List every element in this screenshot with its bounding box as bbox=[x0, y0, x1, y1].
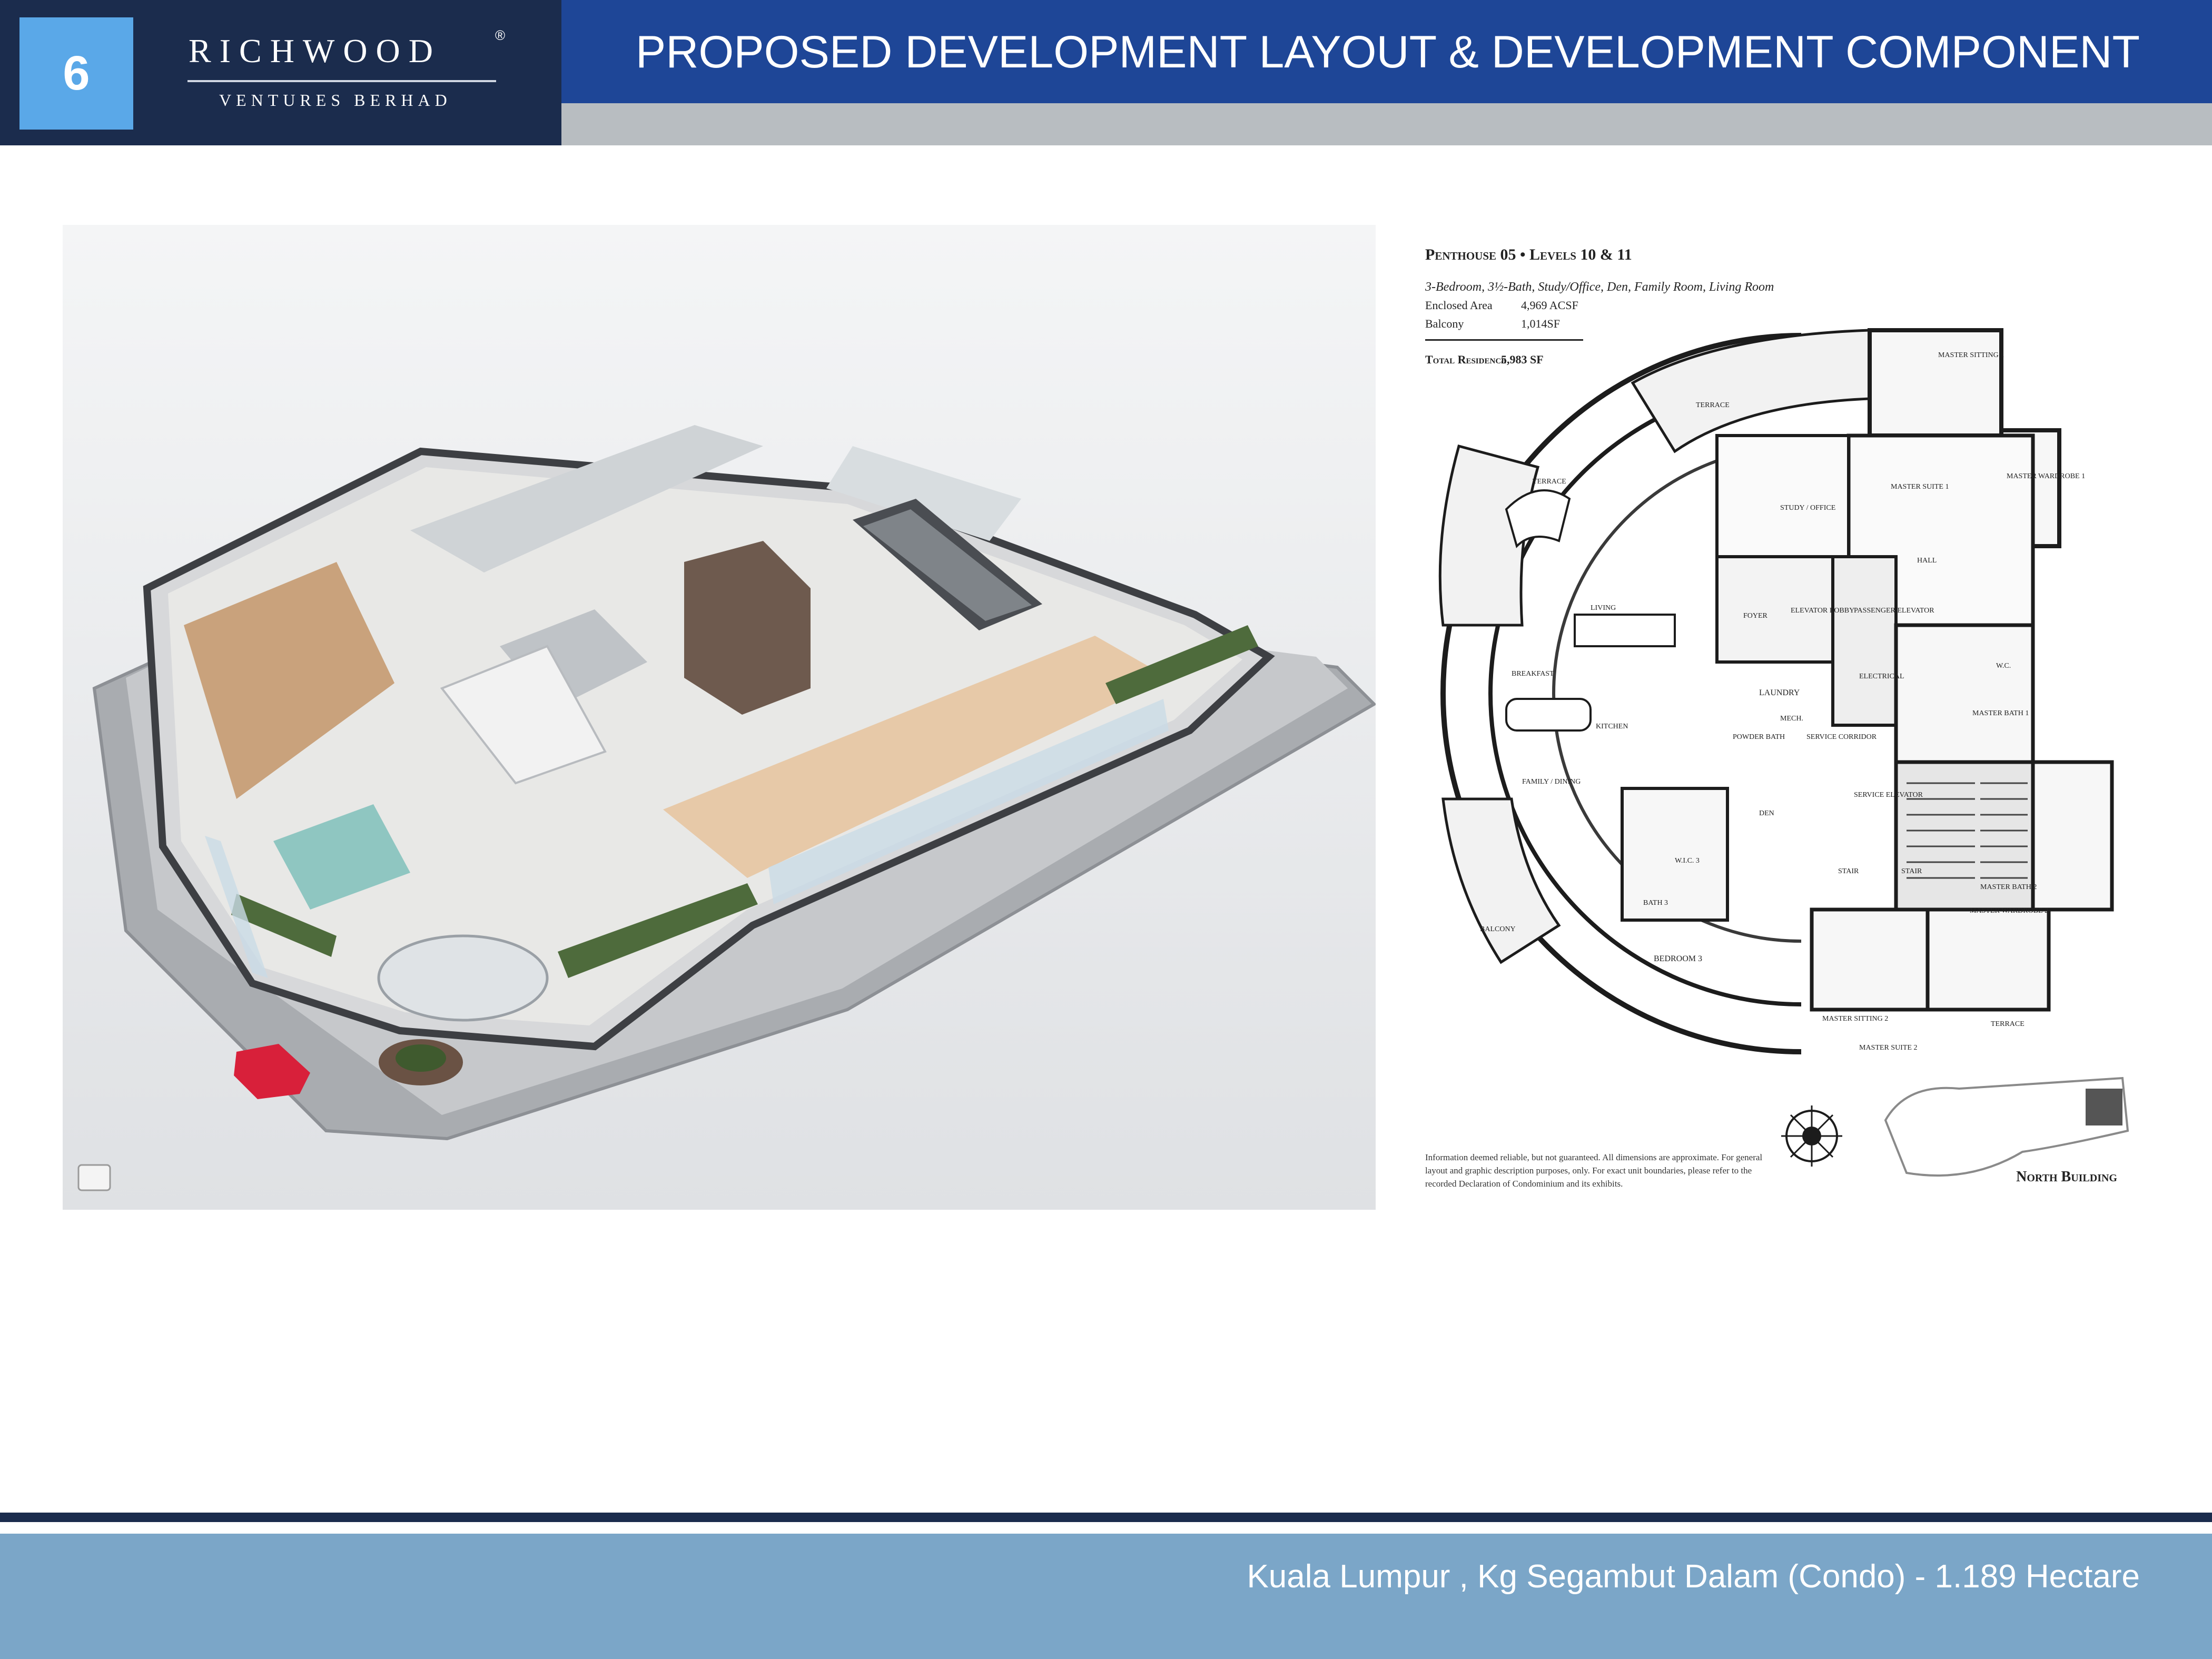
room-label: BREAKFAST bbox=[1512, 670, 1554, 678]
registered-mark-icon: ® bbox=[495, 27, 506, 43]
balcony-value: 1,014SF bbox=[1521, 317, 1560, 330]
brand-name: RICHWOOD bbox=[189, 32, 441, 70]
room-label: W.I.C. 3 bbox=[1675, 857, 1700, 865]
room-label: MASTER WARDROBE 1 bbox=[2007, 472, 2086, 480]
room-label: HALL bbox=[1917, 557, 1937, 565]
plan-subtitle: 3-Bedroom, 3½-Bath, Study/Office, Den, F… bbox=[1425, 280, 1774, 294]
room-label: ELECTRICAL bbox=[1859, 673, 1904, 680]
brand-divider bbox=[187, 80, 496, 82]
room-label: TERRACE bbox=[1991, 1020, 2025, 1028]
room-label: LAUNDRY bbox=[1759, 688, 1800, 697]
building-label: North Building bbox=[2016, 1169, 2117, 1185]
room-label: MASTER WARDROBE 2 bbox=[1970, 907, 2049, 915]
room-label: STAIR bbox=[1838, 867, 1859, 875]
footer-band: Kuala Lumpur , Kg Segambut Dalam (Condo)… bbox=[0, 1534, 2212, 1659]
room-label: PASSENGER ELEVATOR bbox=[1854, 607, 1934, 615]
room-label: MASTER SUITE 1 bbox=[1891, 483, 1949, 491]
room-label: MASTER SITTING 1 bbox=[1938, 351, 2004, 359]
enclosed-area-value: 4,969 ACSF bbox=[1521, 299, 1578, 312]
room-label: SERVICE CORRIDOR bbox=[1806, 733, 1877, 741]
room-label: POWDER BATH bbox=[1733, 733, 1785, 741]
room-label: SERVICE ELEVATOR bbox=[1854, 791, 1923, 799]
room-label: KITCHEN bbox=[1596, 723, 1628, 730]
room-label: TERRACE bbox=[1533, 478, 1566, 486]
logo-block: 6 RICHWOOD ® VENTURES BERHAD bbox=[0, 0, 561, 145]
penthouse-floor-plan: Penthouse 05 • Levels 10 & 11 3-Bedroom,… bbox=[1401, 225, 2149, 1210]
page-number-badge: 6 bbox=[19, 17, 133, 130]
room-label: ELEVATOR LOBBY bbox=[1791, 607, 1855, 615]
room-label: STAIR bbox=[1901, 867, 1922, 875]
plan-disclaimer: Information deemed reliable, but not gua… bbox=[1425, 1152, 1763, 1189]
room-label: MASTER BATH 2 bbox=[1980, 883, 2037, 891]
total-residence-value: 5,983 SF bbox=[1501, 353, 1544, 366]
header-band: PROPOSED DEVELOPMENT LAYOUT & DEVELOPMEN… bbox=[561, 0, 2212, 103]
room-label: DEN bbox=[1759, 809, 1774, 817]
balcony-label: Balcony bbox=[1425, 317, 1464, 330]
footer-rule bbox=[0, 1513, 2212, 1522]
room-label: TERRACE bbox=[1696, 401, 1730, 409]
room-label: BALCONY bbox=[1480, 925, 1516, 933]
brand-subtitle: VENTURES BERHAD bbox=[219, 91, 452, 110]
room-label: STUDY / OFFICE bbox=[1780, 504, 1836, 512]
header-grey-strip bbox=[561, 103, 2212, 145]
spec-divider bbox=[1425, 339, 1583, 341]
page-title: PROPOSED DEVELOPMENT LAYOUT & DEVELOPMEN… bbox=[635, 27, 2140, 77]
total-residence-label: Total Residence bbox=[1425, 353, 1507, 366]
room-label: MECH. bbox=[1780, 715, 1803, 723]
room-label: W.C. bbox=[1996, 662, 2011, 670]
room-label: FAMILY / DINING bbox=[1522, 778, 1581, 786]
room-label: LIVING bbox=[1591, 604, 1616, 612]
retail-floor-render-image bbox=[63, 225, 1376, 1210]
room-label: FOYER bbox=[1743, 612, 1767, 620]
room-label: MASTER BATH 1 bbox=[1972, 709, 2029, 717]
footer-location: Kuala Lumpur , Kg Segambut Dalam (Condo)… bbox=[1247, 1558, 2140, 1595]
room-label: BEDROOM 3 bbox=[1654, 954, 1703, 963]
room-label: MASTER SITTING 2 bbox=[1822, 1015, 1889, 1023]
plan-title: Penthouse 05 • Levels 10 & 11 bbox=[1425, 246, 1632, 263]
room-label: BATH 3 bbox=[1643, 899, 1668, 907]
enclosed-area-label: Enclosed Area bbox=[1425, 299, 1493, 312]
room-label: MASTER SUITE 2 bbox=[1859, 1044, 1918, 1052]
